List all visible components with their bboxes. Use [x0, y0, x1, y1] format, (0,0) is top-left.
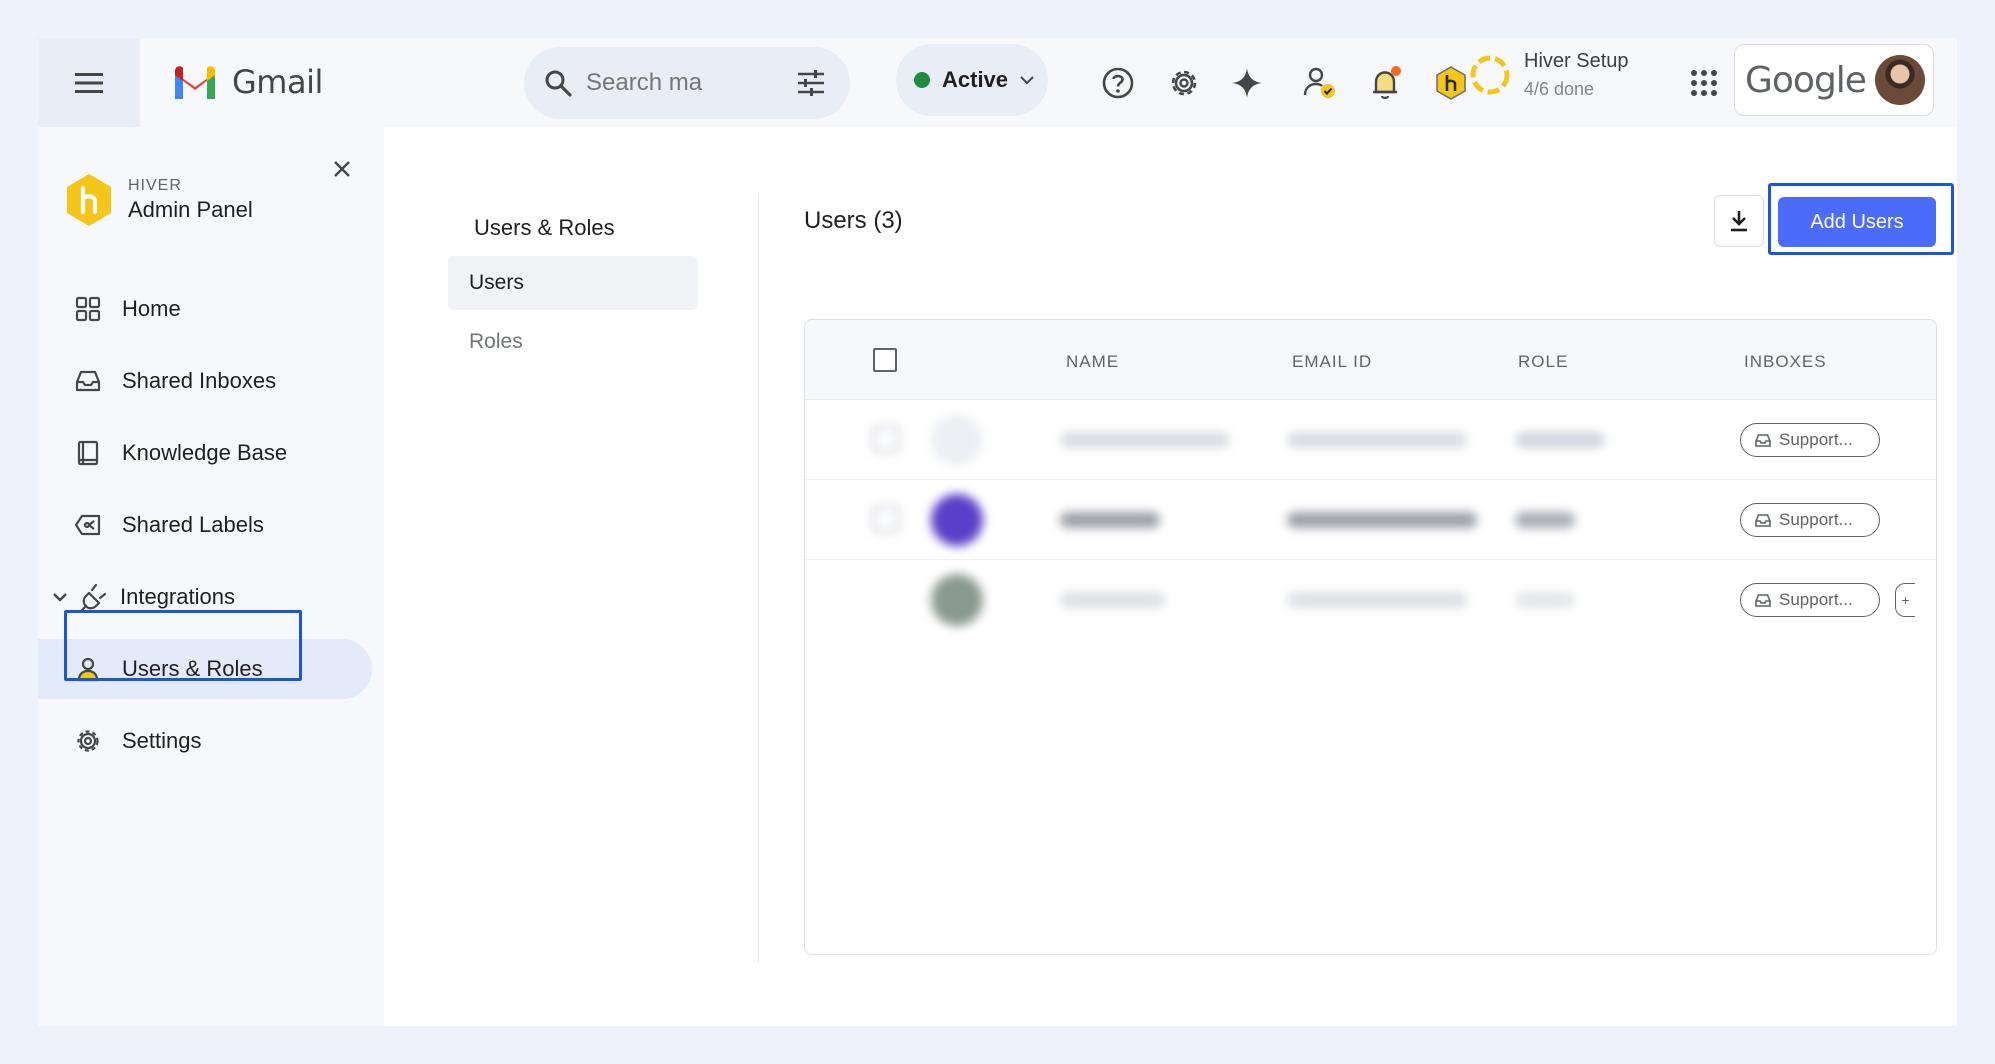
column-header-email: EMAIL ID — [1292, 352, 1373, 371]
inbox-icon — [1755, 594, 1771, 607]
inbox-icon — [1755, 514, 1771, 527]
hiver-admin-sidebar: HIVER Admin Panel Home Shared Inboxes Kn… — [38, 127, 384, 1026]
hiver-setup-progress[interactable]: Hiver Setup 4/6 done — [1468, 50, 1629, 100]
google-wordmark: Google — [1745, 59, 1867, 101]
help-button[interactable] — [1098, 63, 1138, 103]
download-button[interactable] — [1714, 195, 1764, 247]
gear-icon — [74, 727, 102, 755]
inbox-icon — [1755, 434, 1771, 447]
close-icon — [334, 161, 350, 177]
book-icon — [74, 439, 102, 467]
sidebar-item-integrations[interactable]: Integrations — [38, 567, 372, 627]
inbox-chip-label: Support... — [1779, 590, 1853, 609]
table-row[interactable]: Support... + — [805, 560, 1936, 640]
gmail-logo[interactable]: Gmail — [172, 58, 323, 106]
app-window: Gmail Active — [38, 38, 1957, 1026]
sidebar-item-users-roles[interactable]: Users & Roles — [38, 639, 372, 699]
page-title: Users (3) — [804, 207, 903, 234]
notifications-button[interactable] — [1366, 63, 1406, 103]
user-status-button[interactable] — [1300, 63, 1340, 103]
grid-icon — [74, 295, 102, 323]
sidebar-item-shared-inboxes[interactable]: Shared Inboxes — [38, 351, 372, 411]
apps-button[interactable] — [1684, 63, 1724, 103]
sidebar-item-label: Integrations — [120, 584, 235, 609]
chevron-down-icon — [1020, 76, 1034, 85]
plus-icon: + — [1901, 592, 1910, 608]
main-content: Users & Roles Users Roles Users (3) Add … — [384, 127, 1957, 1026]
sidebar-item-label: Home — [122, 296, 181, 321]
inbox-chip[interactable]: Support... — [1740, 583, 1880, 617]
search-options-icon[interactable] — [796, 69, 826, 97]
status-label: Active — [942, 67, 1009, 92]
more-inboxes-chip[interactable]: + — [1895, 583, 1915, 617]
setup-progress-text: 4/6 done — [1524, 79, 1595, 99]
subnav-item-users[interactable]: Users — [448, 256, 698, 310]
column-header-role: ROLE — [1518, 352, 1569, 371]
inbox-chip[interactable]: Support... — [1740, 503, 1880, 537]
sidebar-item-label: Settings — [122, 728, 202, 753]
sidebar-item-knowledge-base[interactable]: Knowledge Base — [38, 423, 372, 483]
status-indicator — [914, 72, 930, 88]
help-icon — [1102, 67, 1134, 99]
download-icon — [1731, 211, 1747, 232]
hiver-brand: HIVER Admin Panel — [64, 172, 253, 228]
gear-icon — [1171, 70, 1197, 96]
search-icon — [545, 70, 572, 97]
google-account-button[interactable]: Google — [1734, 44, 1934, 116]
table-header: NAME EMAIL ID ROLE INBOXES — [805, 320, 1936, 400]
brand-name: HIVER — [128, 177, 182, 194]
divider — [758, 193, 759, 963]
hamburger-icon — [75, 72, 103, 93]
table-row[interactable]: Support... — [805, 480, 1936, 560]
inbox-chip-label: Support... — [1779, 430, 1853, 449]
table-row[interactable]: Support... — [805, 400, 1936, 480]
sidebar-item-label: Knowledge Base — [122, 440, 288, 465]
gmail-m-icon — [175, 66, 215, 99]
main-menu-button[interactable] — [38, 38, 140, 127]
inbox-icon — [74, 367, 102, 395]
search-input[interactable] — [586, 69, 766, 97]
select-all-checkbox[interactable] — [873, 348, 897, 372]
bell-icon — [1373, 66, 1401, 99]
panel-title: Admin Panel — [128, 197, 253, 222]
status-dropdown[interactable]: Active — [896, 44, 1048, 116]
sidebar-item-label: Shared Labels — [122, 512, 264, 537]
column-header-inboxes: INBOXES — [1744, 352, 1827, 371]
hiver-hexagon-icon — [1436, 66, 1466, 100]
apps-grid-icon — [1691, 70, 1717, 96]
label-icon — [74, 511, 102, 539]
sidebar-item-label: Users & Roles — [122, 656, 263, 681]
progress-ring-icon — [1470, 55, 1510, 95]
user-check-icon — [1303, 67, 1335, 98]
sidebar-item-settings[interactable]: Settings — [38, 711, 372, 771]
inbox-chip[interactable]: Support... — [1740, 423, 1880, 457]
sidebar-item-shared-labels[interactable]: Shared Labels — [38, 495, 372, 555]
search-bar[interactable] — [524, 47, 850, 119]
account-avatar[interactable] — [1875, 55, 1925, 105]
sidebar-item-home[interactable]: Home — [38, 279, 372, 339]
gemini-button[interactable] — [1227, 63, 1267, 103]
add-users-button[interactable]: Add Users — [1778, 197, 1936, 247]
section-title: Users & Roles — [474, 215, 615, 240]
user-icon — [74, 655, 102, 683]
inbox-chip-label: Support... — [1779, 510, 1853, 529]
sidebar-item-label: Shared Inboxes — [122, 368, 277, 393]
setup-title: Hiver Setup — [1524, 50, 1629, 72]
chevron-down-icon — [53, 593, 67, 602]
sparkle-icon — [1232, 68, 1262, 98]
close-panel-button[interactable] — [330, 157, 354, 181]
top-bar: Gmail Active — [38, 38, 1957, 127]
subnav-item-roles[interactable]: Roles — [448, 315, 698, 369]
settings-button[interactable] — [1164, 63, 1204, 103]
users-table: NAME EMAIL ID ROLE INBOXES Support... Su… — [804, 319, 1937, 955]
plug-icon — [80, 583, 108, 612]
hiver-button[interactable] — [1431, 63, 1471, 103]
column-header-name: NAME — [1066, 352, 1120, 371]
hiver-logo-icon — [67, 174, 111, 226]
gmail-wordmark: Gmail — [232, 63, 323, 101]
